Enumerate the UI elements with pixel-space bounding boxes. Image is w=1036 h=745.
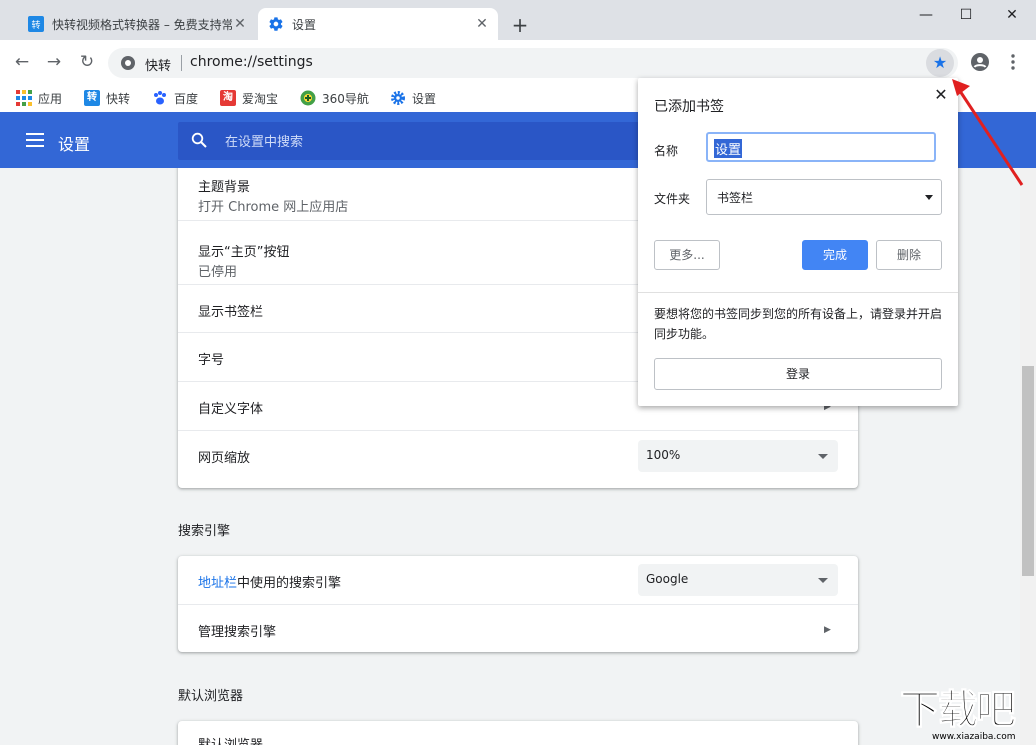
bookmark-baidu[interactable]: 百度 <box>152 88 198 108</box>
done-button[interactable]: 完成 <box>802 240 868 270</box>
theme-label: 主题背景 <box>198 176 250 195</box>
search-engine-section-title: 搜索引擎 <box>178 520 230 539</box>
default-browser-card: 默认浏览器 <box>178 721 858 745</box>
search-engine-row: 地址栏中使用的搜索引擎 Google <box>178 556 858 604</box>
tab-title: 快转视频格式转换器 – 免费支持常 <box>52 16 232 33</box>
watermark: 下载吧 www.xiazaiba.com <box>900 688 1036 745</box>
bookmark-label: 爱淘宝 <box>242 90 278 107</box>
new-tab-button[interactable]: + <box>508 14 532 38</box>
url-text[interactable]: chrome://settings <box>190 54 313 70</box>
kuaizhuan-logo-icon: 转 <box>84 90 100 106</box>
watermark-title: 下载吧 <box>900 688 1036 732</box>
search-engine-label: 地址栏中使用的搜索引擎 <box>198 572 341 591</box>
sign-in-button[interactable]: 登录 <box>654 358 942 390</box>
reload-icon[interactable]: ↻ <box>77 52 97 72</box>
tab-title: 设置 <box>292 16 474 33</box>
folder-value: 书签栏 <box>717 189 753 206</box>
bookmark-name-value: 设置 <box>714 139 742 158</box>
bookmark-label: 应用 <box>38 90 62 107</box>
manage-search-engines-row[interactable]: 管理搜索引擎 ▶ <box>178 604 858 653</box>
dropdown-caret-icon <box>818 454 828 459</box>
search-engine-select[interactable]: Google <box>638 564 838 596</box>
settings-gear-icon <box>390 90 406 106</box>
dialog-title: 已添加书签 <box>654 96 724 116</box>
bookmark-settings[interactable]: 设置 <box>390 88 436 108</box>
watermark-url: www.xiazaiba.com <box>932 732 1016 742</box>
home-button-sub: 已停用 <box>198 261 237 280</box>
tab-settings[interactable]: 设置 ✕ <box>258 8 498 40</box>
settings-gear-icon <box>268 16 284 32</box>
search-engine-card: 地址栏中使用的搜索引擎 Google 管理搜索引擎 ▶ <box>178 556 858 652</box>
bookmark-kuaizhuan[interactable]: 转 快转 <box>84 88 130 108</box>
kuaizhuan-logo-icon: 转 <box>28 16 44 32</box>
default-browser-section-title: 默认浏览器 <box>178 685 243 704</box>
360-icon <box>300 90 316 106</box>
default-browser-row: 默认浏览器 <box>178 721 858 745</box>
profile-avatar-icon[interactable] <box>971 53 989 71</box>
dropdown-caret-icon <box>925 195 933 200</box>
maximize-button[interactable]: ☐ <box>946 4 986 28</box>
zoom-select[interactable]: 100% <box>638 440 838 472</box>
minimize-button[interactable]: — <box>906 4 946 28</box>
delete-button[interactable]: 删除 <box>876 240 942 270</box>
home-button-label: 显示“主页”按钮 <box>198 241 289 260</box>
search-engine-value: Google <box>646 572 688 586</box>
tab-close-icon[interactable]: ✕ <box>232 16 248 32</box>
theme-sub: 打开 Chrome 网上应用店 <box>198 196 348 215</box>
aitaobao-icon: 淘 <box>220 90 236 106</box>
address-separator <box>181 55 182 71</box>
page-title: 设置 <box>58 131 90 155</box>
dialog-divider <box>638 292 958 293</box>
search-engine-label-rest: 中使用的搜索引擎 <box>237 576 341 591</box>
bookmark-360[interactable]: 360导航 <box>300 88 369 108</box>
folder-label: 文件夹 <box>654 190 690 207</box>
bookmark-label: 百度 <box>174 90 198 107</box>
bookmark-name-field[interactable]: 设置 <box>706 132 936 162</box>
bookmark-apps[interactable]: 应用 <box>16 88 62 108</box>
bookmarks-bar-label: 显示书签栏 <box>198 301 263 320</box>
tab-kuaizhuan[interactable]: 转 快转视频格式转换器 – 免费支持常 ✕ <box>18 8 256 40</box>
apps-grid-icon <box>16 90 32 106</box>
search-icon <box>191 132 207 148</box>
tab-close-icon[interactable]: ✕ <box>474 16 490 32</box>
page-zoom-row: 网页缩放 100% <box>178 430 858 480</box>
scrollbar-thumb[interactable] <box>1022 366 1034 576</box>
tab-strip: 转 快转视频格式转换器 – 免费支持常 ✕ 设置 ✕ + — ☐ ✕ <box>0 0 1036 40</box>
scrollbar[interactable] <box>1020 168 1036 745</box>
bookmark-label: 设置 <box>412 90 436 107</box>
site-label: 快转 <box>145 55 171 74</box>
back-arrow-icon[interactable]: ← <box>12 52 32 72</box>
bookmark-label: 360导航 <box>322 90 369 107</box>
chevron-right-icon: ▶ <box>824 625 834 635</box>
forward-arrow-icon[interactable]: → <box>44 52 64 72</box>
bookmark-label: 快转 <box>106 90 130 107</box>
menu-icon[interactable] <box>26 133 44 147</box>
window-close-button[interactable]: ✕ <box>992 4 1032 28</box>
dropdown-caret-icon <box>818 578 828 583</box>
default-browser-label: 默认浏览器 <box>198 734 263 745</box>
baidu-paw-icon <box>152 90 168 106</box>
address-bar[interactable]: 快转 chrome://settings ★ <box>108 48 958 78</box>
bookmark-aitaobao[interactable]: 淘 爱淘宝 <box>220 88 278 108</box>
chrome-logo-icon <box>120 55 136 71</box>
svg-text:转: 转 <box>31 19 40 31</box>
font-size-label: 字号 <box>198 349 224 368</box>
bookmark-folder-select[interactable]: 书签栏 <box>706 179 942 215</box>
more-button[interactable]: 更多... <box>654 240 720 270</box>
annotation-arrow-icon <box>940 70 1036 200</box>
more-menu-icon[interactable] <box>1009 53 1017 71</box>
name-label: 名称 <box>654 142 678 159</box>
manage-search-engines-label: 管理搜索引擎 <box>198 621 276 640</box>
sync-promo-text: 要想将您的书签同步到您的所有设备上，请登录并开启同步功能。 <box>654 304 946 344</box>
bookmark-added-dialog: 已添加书签 ✕ 名称 设置 文件夹 书签栏 更多... 完成 删除 要想将您的书… <box>638 78 958 406</box>
address-bar-link[interactable]: 地址栏 <box>198 576 237 591</box>
search-input[interactable] <box>223 130 627 154</box>
custom-fonts-label: 自定义字体 <box>198 398 263 417</box>
page-zoom-label: 网页缩放 <box>198 447 250 466</box>
zoom-value: 100% <box>646 448 680 462</box>
